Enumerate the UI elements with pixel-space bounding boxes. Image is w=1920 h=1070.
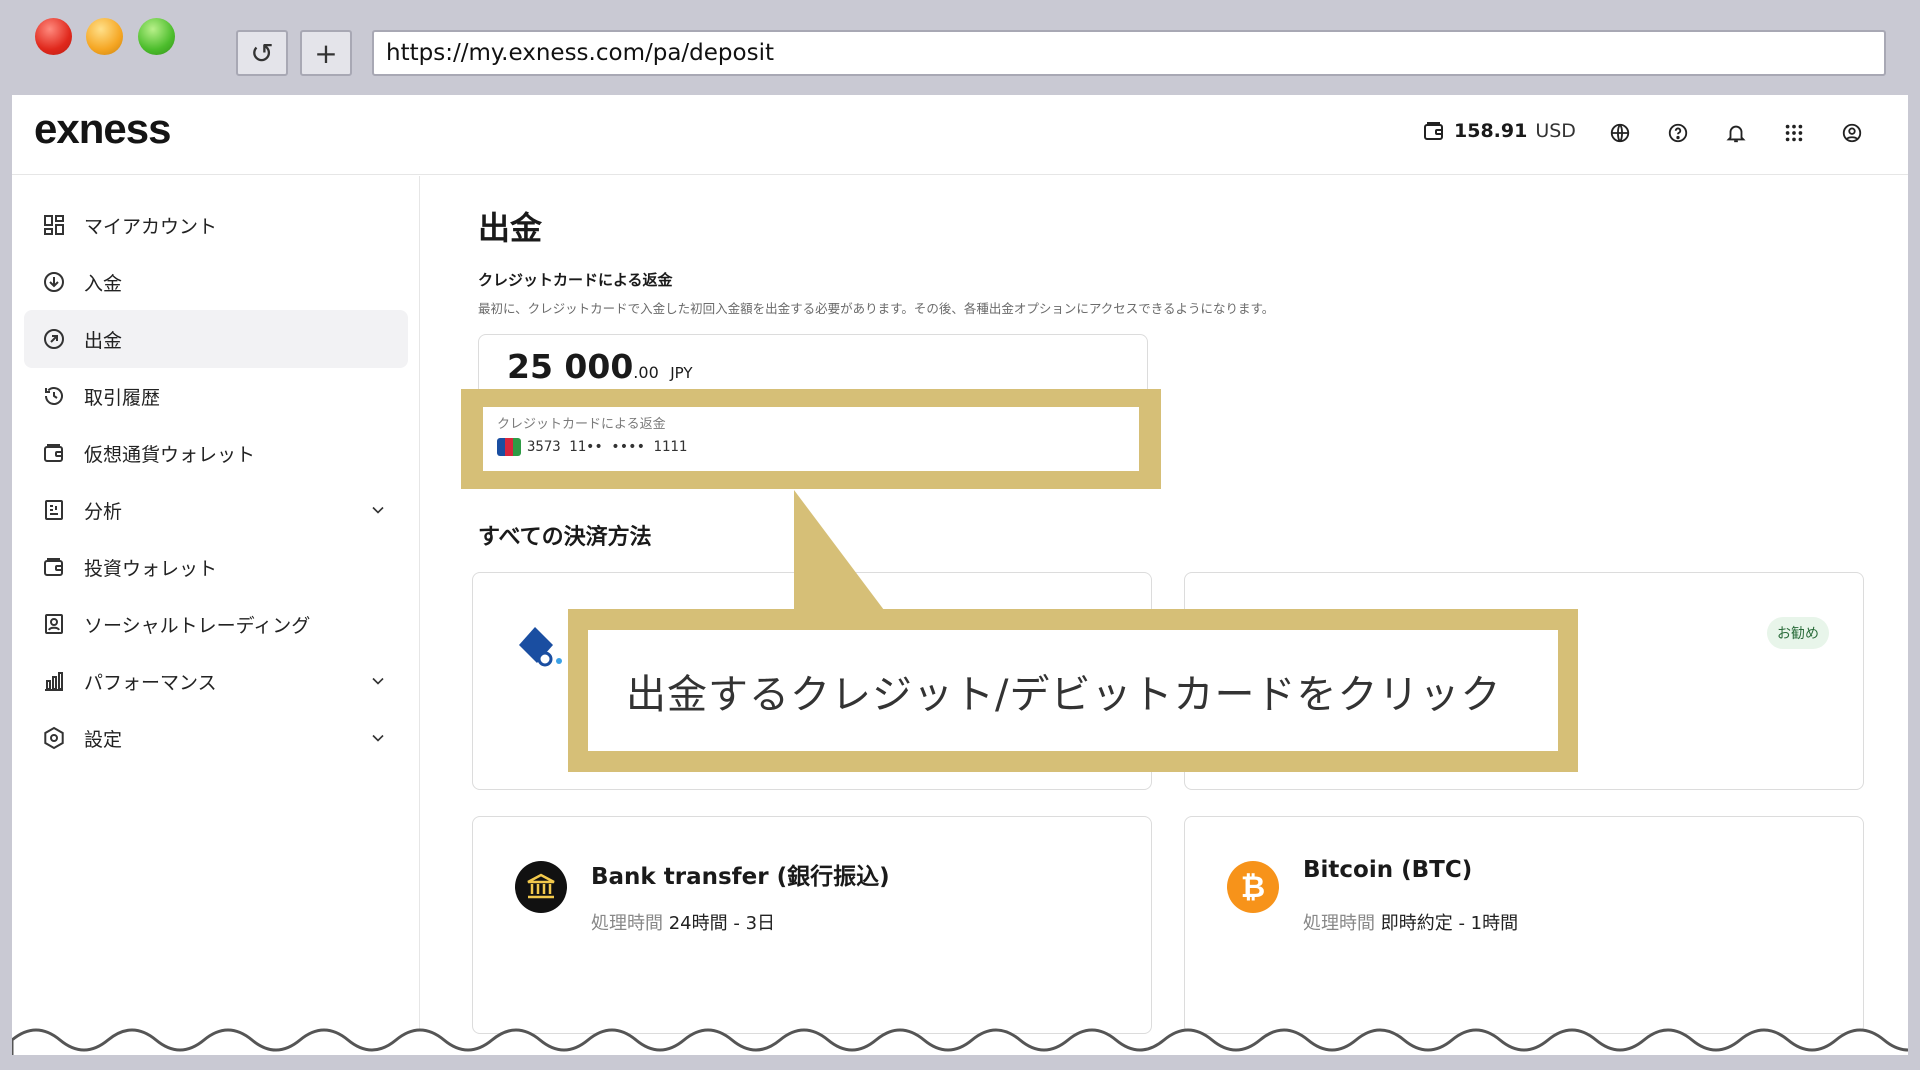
app-window: exness 158.91 USD マイアカウント 入金 出金 取引履歴 仮想通… [12,95,1908,1055]
all-methods-title: すべての決済方法 [478,525,652,550]
profile-button[interactable] [1836,117,1868,149]
deposit-icon [40,268,68,296]
balance-widget[interactable]: 158.91 USD [1422,119,1576,143]
chevron-down-icon [372,677,384,685]
reload-icon: ↺ [250,36,274,70]
url-bar[interactable]: https://my.exness.com/pa/deposit [372,30,1886,76]
sidebar-item-crypto-wallet[interactable]: 仮想通貨ウォレット [24,424,408,482]
method-processing-time: 処理時間 24時間 - 3日 [591,909,775,935]
refund-section-title: クレジットカードによる返金 [478,271,673,289]
amount-integer: 25 000 [507,347,634,386]
user-icon [1842,123,1862,143]
refund-card-box: 25 000.00 JPY クレジットカードによる返金 3573 11•• ••… [461,334,1161,489]
sidebar-item-deposit[interactable]: 入金 [24,253,408,311]
sidebar-item-analytics[interactable]: 分析 [24,481,408,539]
bitcoin-icon: ₿ [1227,861,1279,913]
refund-description: 最初に、クレジットカードで入金した初回入金額を出金する必要があります。その後、各… [478,301,1275,316]
help-icon [1668,123,1688,143]
sidebar-item-label: 設定 [84,728,123,751]
card-number: 3573 11•• •••• 1111 [527,439,688,455]
new-tab-button[interactable]: + [300,30,352,76]
method-processing-time: 処理時間 即時約定 - 1時間 [1303,909,1518,935]
processing-time-label: 処理時間 [591,913,663,934]
jcb-card-icon [497,438,521,456]
saved-card-option[interactable]: クレジットカードによる返金 3573 11•• •••• 1111 [483,407,1139,471]
maximize-window-button[interactable] [138,18,175,55]
instruction-callout: 出金するクレジット/デビットカードをクリック [568,609,1578,772]
card-payment-icon [515,623,567,671]
plus-icon: + [314,36,338,70]
wallet-icon [1424,122,1443,140]
help-button[interactable] [1662,117,1694,149]
method-name: Bitcoin (BTC) [1303,857,1473,883]
sidebar-item-investment-wallet[interactable]: 投資ウォレット [24,538,408,596]
sidebar-item-social-trading[interactable]: ソーシャルトレーディング [24,595,408,653]
sidebar-item-withdrawal[interactable]: 出金 [24,310,408,368]
minimize-window-button[interactable] [86,18,123,55]
sidebar-item-history[interactable]: 取引履歴 [24,367,408,425]
top-bar: exness 158.91 USD [12,95,1908,175]
sidebar-item-label: パフォーマンス [84,671,217,694]
amount-decimal: .00 [633,363,659,382]
sidebar-item-performance[interactable]: パフォーマンス [24,652,408,710]
grid-icon [1785,124,1803,142]
sidebar-item-label: 仮想通貨ウォレット [84,443,256,466]
close-window-button[interactable] [35,18,72,55]
sidebar-item-label: マイアカウント [84,215,218,238]
globe-icon [1610,123,1630,143]
exness-logo[interactable]: exness [34,105,171,153]
dashboard-icon [40,211,68,239]
card-number-row: 3573 11•• •••• 1111 [497,438,1125,456]
reload-button[interactable]: ↺ [236,30,288,76]
highlight-frame: クレジットカードによる返金 3573 11•• •••• 1111 [461,389,1161,489]
sidebar: マイアカウント 入金 出金 取引履歴 仮想通貨ウォレット 分析 投資ウォレット [12,176,420,1055]
notifications-button[interactable] [1720,117,1752,149]
sidebar-item-label: ソーシャルトレーディング [84,614,311,637]
analytics-icon [40,496,68,524]
amount-currency: JPY [670,364,693,382]
history-icon [40,382,68,410]
chevron-down-icon [372,506,384,514]
browser-chrome: ↺ + https://my.exness.com/pa/deposit [0,0,1920,95]
apps-button[interactable] [1778,117,1810,149]
social-trading-icon [40,610,68,638]
bank-icon [515,861,567,913]
wallet-icon [40,553,68,581]
settings-icon [40,724,68,752]
sidebar-item-label: 入金 [84,272,123,295]
wallet-icon [40,439,68,467]
balance-currency: USD [1535,120,1576,142]
refund-amount: 25 000.00 JPY [507,347,693,386]
language-button[interactable] [1604,117,1636,149]
balance-amount: 158.91 [1454,120,1528,142]
payment-method-bank-transfer[interactable]: Bank transfer (銀行振込) 処理時間 24時間 - 3日 [472,816,1152,1034]
callout-text: 出金するクレジット/デビットカードをクリック [588,630,1558,751]
performance-icon [40,667,68,695]
withdraw-icon [40,325,68,353]
recommended-badge: お勧め [1767,617,1829,649]
url-text: https://my.exness.com/pa/deposit [386,40,774,66]
callout-pointer [794,490,884,610]
page-title: 出金 [478,209,543,247]
chevron-down-icon [372,734,384,742]
torn-edge-decoration [12,1028,1908,1055]
sidebar-item-settings[interactable]: 設定 [24,709,408,767]
sidebar-item-label: 出金 [84,329,123,352]
bell-icon [1726,125,1746,143]
sidebar-item-label: 分析 [84,500,123,523]
processing-time-label: 処理時間 [1303,913,1375,934]
payment-method-bitcoin[interactable]: ₿ Bitcoin (BTC) 処理時間 即時約定 - 1時間 [1184,816,1864,1034]
sidebar-item-my-account[interactable]: マイアカウント [24,196,408,254]
sidebar-item-label: 投資ウォレット [84,557,218,580]
method-name: Bank transfer (銀行振込) [591,864,890,890]
sidebar-item-label: 取引履歴 [84,386,161,409]
processing-time-value: 即時約定 - 1時間 [1380,913,1519,934]
card-option-label: クレジットカードによる返金 [497,417,666,432]
processing-time-value: 24時間 - 3日 [668,913,776,934]
